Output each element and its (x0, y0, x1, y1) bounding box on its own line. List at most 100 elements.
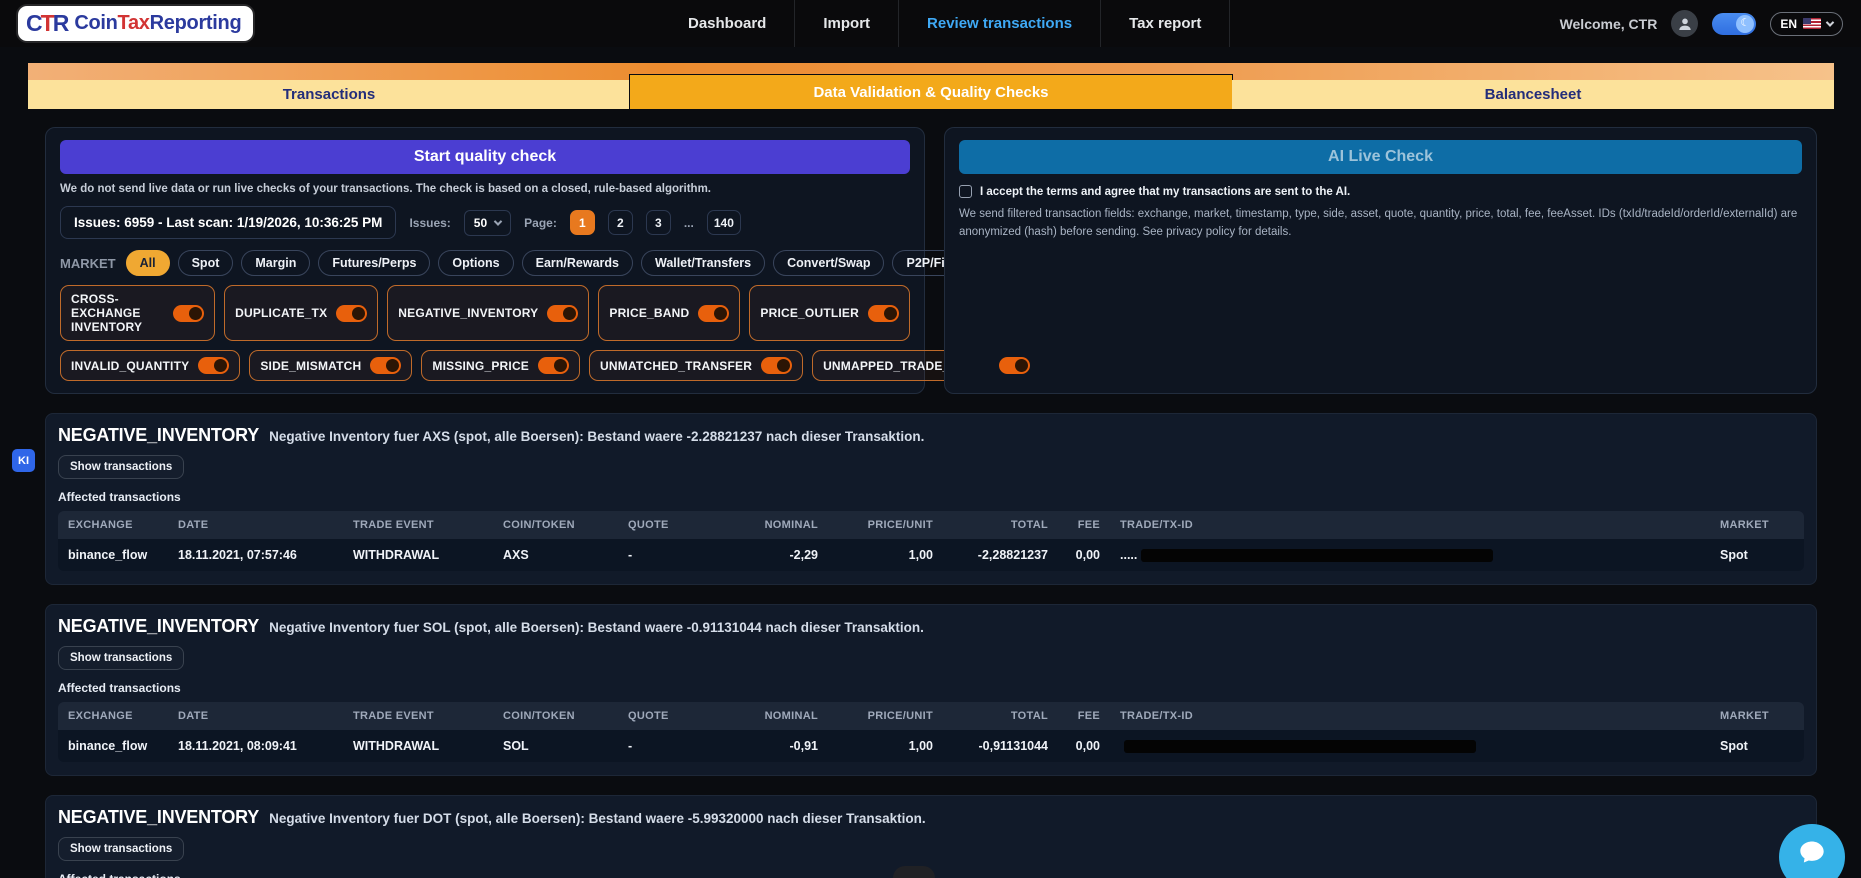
market-filter-all[interactable]: All (126, 250, 170, 276)
welcome-text: Welcome, CTR (1560, 16, 1658, 32)
toggle-on-switch[interactable] (538, 357, 569, 374)
col-price-unit: PRICE/UNIT (828, 702, 943, 730)
toggle-on-switch[interactable] (761, 357, 792, 374)
main-nav: Dashboard Import Review transactions Tax… (660, 0, 1230, 47)
check-label: SIDE_MISMATCH (260, 359, 361, 373)
col-market: MARKET (1710, 511, 1804, 539)
nav-item-review-transactions[interactable]: Review transactions (898, 0, 1100, 47)
top-navbar: CTR CoinTaxReporting Dashboard Import Re… (0, 0, 1861, 47)
page-button-2[interactable]: 2 (608, 210, 633, 235)
check-toggle-unmatched-transfer[interactable]: UNMATCHED_TRANSFER (589, 350, 803, 381)
ki-assistant-badge[interactable]: KI (12, 449, 35, 472)
col-nominal: NOMINAL (713, 511, 828, 539)
col-exchange: EXCHANGE (58, 702, 168, 730)
col-total: TOTAL (943, 511, 1058, 539)
page-body: Transactions Data Validation & Quality C… (0, 47, 1861, 878)
check-toggle-duplicate-tx[interactable]: DUPLICATE_TX (224, 285, 378, 341)
market-filter-options[interactable]: Options (438, 250, 513, 276)
market-filter-convert[interactable]: Convert/Swap (773, 250, 884, 276)
show-transactions-button[interactable]: Show transactions (58, 646, 184, 670)
brand-coin: Coin (74, 12, 117, 34)
app-logo[interactable]: CTR CoinTaxReporting (18, 6, 253, 41)
col-market: MARKET (1710, 702, 1804, 730)
market-filter-margin[interactable]: Margin (241, 250, 310, 276)
issue-card: NEGATIVE_INVENTORY Negative Inventory fu… (45, 604, 1817, 776)
tab-data-validation[interactable]: Data Validation & Quality Checks (630, 75, 1232, 109)
nav-item-tax-report[interactable]: Tax report (1100, 0, 1230, 47)
market-filter-spot[interactable]: Spot (178, 250, 234, 276)
col-price-unit: PRICE/UNIT (828, 511, 943, 539)
logo-letter-r: R (53, 10, 68, 36)
col-quote: QUOTE (618, 511, 713, 539)
us-flag-icon (1803, 18, 1821, 29)
ai-consent-checkbox[interactable] (959, 185, 972, 198)
check-toggle-cross-exchange-inventory[interactable]: CROSS-EXCHANGE INVENTORY (60, 285, 215, 341)
affected-transactions-table: EXCHANGE DATE TRADE EVENT COIN/TOKEN QUO… (58, 511, 1804, 571)
check-toggle-negative-inventory[interactable]: NEGATIVE_INVENTORY (387, 285, 589, 341)
page-label: Page: (524, 216, 557, 230)
page-button-last[interactable]: 140 (707, 210, 741, 235)
col-coin-token: COIN/TOKEN (493, 702, 618, 730)
brand-name: CoinTaxReporting (74, 12, 241, 35)
ai-live-check-panel: AI Live Check I accept the terms and agr… (944, 127, 1817, 394)
issue-description: Negative Inventory fuer AXS (spot, alle … (269, 429, 924, 444)
show-transactions-button[interactable]: Show transactions (58, 455, 184, 479)
toggle-on-switch[interactable] (547, 305, 578, 322)
toggle-on-switch[interactable] (198, 357, 229, 374)
dark-mode-toggle[interactable]: ☾ (1712, 13, 1756, 35)
check-toggle-price-outlier[interactable]: PRICE_OUTLIER (749, 285, 910, 341)
check-toggle-invalid-quantity[interactable]: INVALID_QUANTITY (60, 350, 240, 381)
issues-per-page-label: Issues: (409, 216, 450, 230)
chevron-down-icon (494, 217, 502, 225)
tab-balancesheet[interactable]: Balancesheet (1232, 80, 1834, 109)
toggle-on-switch[interactable] (999, 357, 1030, 374)
user-avatar[interactable] (1671, 10, 1698, 37)
check-toggle-missing-price[interactable]: MISSING_PRICE (421, 350, 580, 381)
toggle-on-switch[interactable] (370, 357, 401, 374)
logo-letter-t: T (41, 10, 53, 36)
col-trade-tx-id: TRADE/TX-ID (1110, 702, 1710, 730)
issue-description: Negative Inventory fuer DOT (spot, alle … (269, 811, 925, 826)
col-exchange: EXCHANGE (58, 511, 168, 539)
ai-live-check-button[interactable]: AI Live Check (959, 140, 1802, 174)
check-toggle-price-band[interactable]: PRICE_BAND (598, 285, 740, 341)
nav-item-dashboard[interactable]: Dashboard (660, 0, 794, 47)
tx-id-prefix: ..... (1120, 548, 1137, 562)
table-header-row: EXCHANGE DATE TRADE EVENT COIN/TOKEN QUO… (58, 702, 1804, 730)
toggle-on-switch[interactable] (698, 305, 729, 322)
market-filter-futures[interactable]: Futures/Perps (318, 250, 430, 276)
tab-transactions[interactable]: Transactions (28, 80, 630, 109)
language-selector[interactable]: EN (1770, 12, 1843, 36)
brand-reporting: Reporting (150, 12, 242, 34)
issue-card: NEGATIVE_INVENTORY Negative Inventory fu… (45, 795, 1817, 878)
navbar-right: Welcome, CTR ☾ EN (1560, 10, 1843, 37)
issues-per-page-value: 50 (474, 216, 487, 230)
toggle-on-switch[interactable] (173, 305, 204, 322)
issues-per-page-select[interactable]: 50 (464, 210, 511, 236)
moon-icon: ☾ (1736, 15, 1754, 33)
page-button-1[interactable]: 1 (570, 210, 595, 235)
check-toggle-side-mismatch[interactable]: SIDE_MISMATCH (249, 350, 412, 381)
affected-transactions-table: EXCHANGE DATE TRADE EVENT COIN/TOKEN QUO… (58, 702, 1804, 762)
bottom-scroll-handle[interactable] (893, 866, 935, 878)
show-transactions-button[interactable]: Show transactions (58, 837, 184, 861)
col-trade-event: TRADE EVENT (343, 702, 493, 730)
check-label: MISSING_PRICE (432, 359, 529, 373)
redacted-tx-id-bar (1124, 740, 1476, 753)
market-filter-earn[interactable]: Earn/Rewards (522, 250, 633, 276)
table-row[interactable]: binance_flow 18.11.2021, 07:57:46 WITHDR… (58, 539, 1804, 571)
ai-consent-label: I accept the terms and agree that my tra… (980, 186, 1350, 198)
toggle-on-switch[interactable] (868, 305, 899, 322)
logo-letter-c: C (26, 10, 41, 36)
market-filter-wallet[interactable]: Wallet/Transfers (641, 250, 765, 276)
issue-type: NEGATIVE_INVENTORY (58, 425, 259, 446)
page-button-3[interactable]: 3 (646, 210, 671, 235)
start-quality-check-button[interactable]: Start quality check (60, 140, 910, 174)
nav-item-import[interactable]: Import (794, 0, 898, 47)
chat-bubble-icon (1798, 838, 1826, 866)
table-row[interactable]: binance_flow 18.11.2021, 08:09:41 WITHDR… (58, 730, 1804, 762)
ai-privacy-details: We send filtered transaction fields: exc… (959, 206, 1802, 242)
check-label: INVALID_QUANTITY (71, 359, 189, 373)
col-total: TOTAL (943, 702, 1058, 730)
toggle-on-switch[interactable] (336, 305, 367, 322)
